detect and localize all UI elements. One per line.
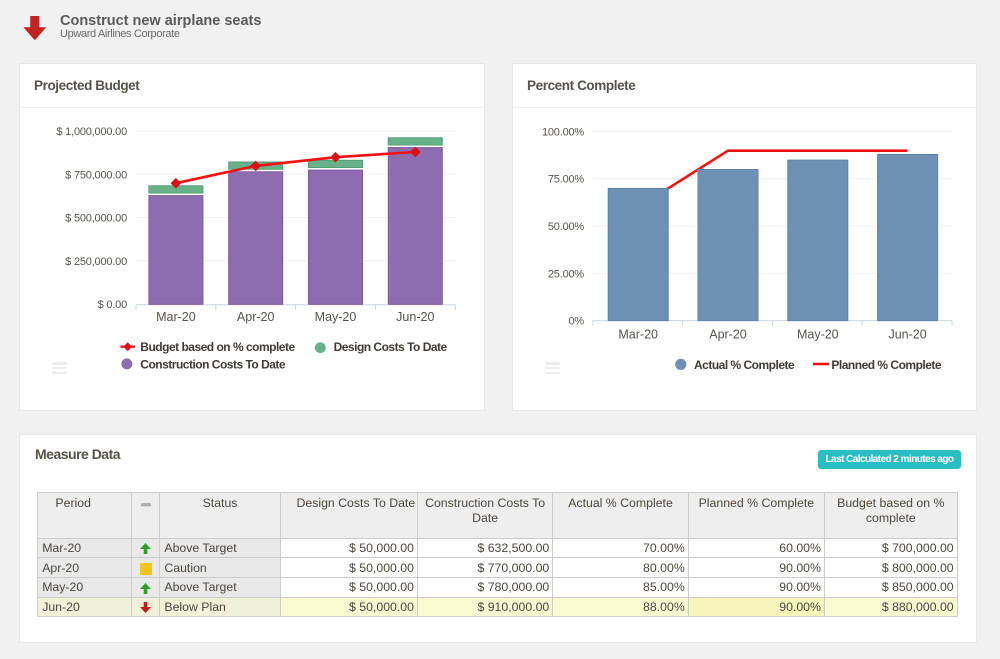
svg-text:May-20: May-20 (797, 328, 839, 342)
svg-text:Apr-20: Apr-20 (709, 328, 747, 342)
svg-text:100.00%: 100.00% (542, 126, 584, 138)
svg-text:Apr-20: Apr-20 (237, 310, 275, 324)
svg-text:Construction Costs To Date: Construction Costs To Date (140, 357, 286, 371)
svg-text:75.00%: 75.00% (548, 174, 585, 186)
svg-text:$ 1,000,000.00: $ 1,000,000.00 (56, 126, 127, 138)
svg-text:50.00%: 50.00% (548, 221, 585, 233)
svg-text:Budget based on % complete: Budget based on % complete (140, 340, 295, 354)
svg-text:$ 0.00: $ 0.00 (98, 299, 127, 311)
svg-text:Mar-20: Mar-20 (156, 310, 196, 324)
svg-text:Jun-20: Jun-20 (888, 328, 926, 342)
svg-text:0%: 0% (569, 316, 585, 328)
svg-text:Design Costs To Date: Design Costs To Date (334, 340, 448, 354)
svg-text:Jun-20: Jun-20 (396, 310, 434, 324)
svg-text:$ 750,000.00: $ 750,000.00 (65, 169, 127, 181)
svg-text:Actual % Complete: Actual % Complete (694, 358, 795, 372)
svg-text:$ 500,000.00: $ 500,000.00 (65, 213, 127, 225)
svg-text:25.00%: 25.00% (548, 268, 585, 280)
svg-text:Mar-20: Mar-20 (618, 328, 658, 342)
svg-text:$ 250,000.00: $ 250,000.00 (65, 256, 127, 268)
svg-text:Planned % Complete: Planned % Complete (831, 358, 942, 372)
svg-text:May-20: May-20 (315, 310, 357, 324)
